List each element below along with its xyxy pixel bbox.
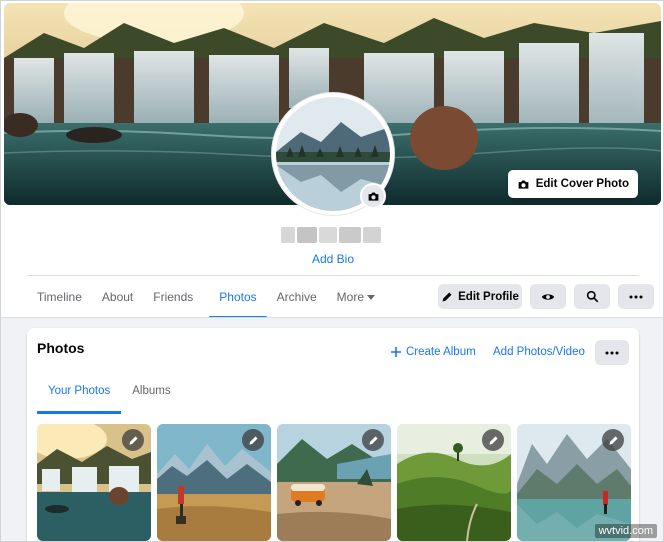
tab-photos[interactable]: Photos (209, 277, 268, 319)
add-bio-link[interactable]: Add Bio (1, 252, 663, 266)
profile-actions: Edit Profile (438, 284, 654, 310)
ellipsis-icon (629, 295, 643, 298)
pencil-icon (368, 435, 378, 445)
edit-photo-button[interactable] (242, 429, 264, 451)
add-photos-link[interactable]: Add Photos/Video (493, 346, 585, 358)
edit-cover-label: Edit Cover Photo (535, 178, 629, 190)
edit-photo-button[interactable] (122, 429, 144, 451)
more-options-button[interactable] (618, 284, 654, 309)
pencil-icon (488, 435, 498, 445)
tab-albums[interactable]: Albums (121, 376, 181, 414)
tab-archive[interactable]: Archive (267, 277, 327, 317)
watermark: wvtvid.com (594, 524, 657, 538)
eye-icon (541, 293, 555, 300)
edit-profile-label: Edit Profile (458, 290, 519, 303)
edit-photo-button[interactable] (602, 429, 624, 451)
create-album-link[interactable]: Create Album (391, 346, 476, 358)
tab-more[interactable]: More (327, 277, 385, 317)
create-album-label: Create Album (406, 346, 476, 358)
tab-more-label: More (336, 290, 364, 304)
photos-title: Photos (37, 340, 85, 356)
tab-friends[interactable]: Friends (143, 277, 209, 317)
profile-tabs: Timeline About Friends Photos Archive Mo… (27, 277, 385, 319)
photo-thumbnail[interactable] (37, 424, 151, 541)
edit-photo-button[interactable] (482, 429, 504, 451)
pencil-icon (442, 292, 452, 301)
pencil-icon (608, 435, 618, 445)
profile-page: Edit Cover Photo Add Bio Timeline About … (0, 0, 664, 542)
tab-about[interactable]: About (92, 277, 143, 317)
photos-grid (37, 424, 631, 541)
photos-card: Photos Create Album Add Photos/Video You… (27, 328, 639, 541)
pencil-icon (248, 435, 258, 445)
edit-cover-photo-button[interactable]: Edit Cover Photo (507, 170, 638, 198)
ellipsis-icon (605, 351, 619, 354)
search-icon (586, 290, 598, 303)
edit-photo-button[interactable] (362, 429, 384, 451)
photo-thumbnail[interactable] (397, 424, 511, 541)
photo-thumbnail[interactable] (277, 424, 391, 541)
plus-icon (391, 347, 401, 357)
photos-more-button[interactable] (595, 340, 629, 365)
chevron-down-icon (367, 295, 375, 301)
view-as-button[interactable] (530, 284, 566, 309)
photos-subtabs: Your Photos Albums (37, 376, 182, 414)
photo-thumbnail[interactable] (157, 424, 271, 541)
pencil-icon (128, 435, 138, 445)
tab-your-photos[interactable]: Your Photos (37, 376, 122, 414)
update-avatar-button[interactable] (360, 183, 386, 209)
camera-icon (368, 191, 378, 201)
camera-icon (518, 179, 529, 189)
profile-divider (27, 275, 639, 276)
edit-profile-button[interactable]: Edit Profile (438, 284, 522, 309)
search-profile-button[interactable] (574, 284, 610, 309)
profile-name-redacted (281, 227, 381, 243)
tab-timeline[interactable]: Timeline (27, 277, 92, 317)
